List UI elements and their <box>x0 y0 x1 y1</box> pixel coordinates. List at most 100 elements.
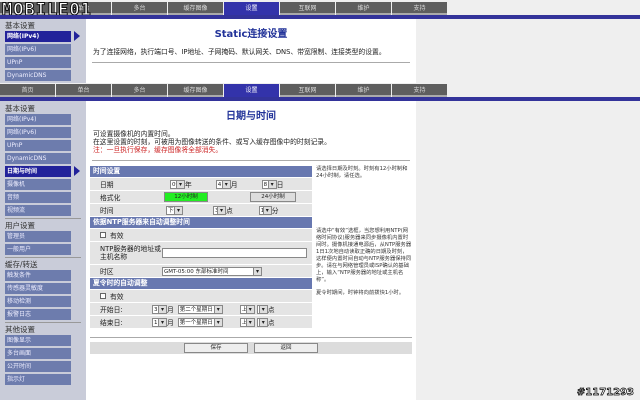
time-label: 时间 <box>100 207 114 215</box>
tab-maintenance[interactable]: 维护 <box>336 2 391 15</box>
day-unit: 日 <box>276 181 284 189</box>
sidebar-item-image-display[interactable]: 图像显示 <box>5 335 71 346</box>
ntp-enable-label: 有效 <box>110 232 124 240</box>
help-time: 请选择日期及时刻。时刻有12小时制和24小时制，请任选。 <box>316 166 408 179</box>
section-time-settings: 时间设置 <box>90 166 312 177</box>
tab-multi[interactable]: 多台 <box>112 84 167 97</box>
settings-form: 时间设置 日期 09年 4月 8日 格式化 12小时制 24小时制 时间 下午 … <box>90 166 312 329</box>
minute-select[interactable]: 17 <box>258 205 272 215</box>
page-description: 为了连接网络，执行端口号、IP地址、子网掩码、默认网关、DNS、带宽限制、连接类… <box>93 48 386 56</box>
page-title: 日期与时间 <box>226 111 276 122</box>
ntp-server-input[interactable] <box>162 248 307 258</box>
year-select[interactable]: 09 <box>170 179 185 189</box>
dst-end-ampm-select[interactable]: 上午 <box>239 317 255 327</box>
warning-note: 注：一旦执行保存，缓存图像将全部消失。 <box>93 146 223 154</box>
save-button[interactable]: 保存 <box>184 343 248 353</box>
dst-end-hour-select[interactable]: 2 <box>256 317 268 327</box>
help-ntp: 请选中“有效”选框，当您想利用NTP(网络时间协议)服务器来同步摄像机内置时间时… <box>316 228 412 283</box>
divider <box>90 337 412 338</box>
dst-enable-checkbox[interactable] <box>100 293 106 299</box>
dst-end-month-select[interactable]: 11 <box>152 317 167 327</box>
divider <box>5 218 81 219</box>
back-button[interactable]: 返回 <box>254 343 318 353</box>
button-bar: 保存 返回 <box>90 342 412 354</box>
sidebar-item-alarm-log[interactable]: 报警日志 <box>5 309 71 320</box>
tab-settings[interactable]: 设置 <box>224 2 279 15</box>
sidebar-item-sensor[interactable]: 传感器灵敏度 <box>5 283 71 294</box>
sidebar-item-ipv4[interactable]: 网络(IPv4) <box>5 114 71 125</box>
12-hour-button[interactable]: 12小时制 <box>164 192 208 202</box>
sidebar-item-motion[interactable]: 移动检测 <box>5 296 71 307</box>
time-row: 时间 下午 3点 17分 <box>90 204 312 216</box>
minute-unit: 分 <box>271 207 279 215</box>
dst-start-hour-select[interactable]: 2 <box>256 304 268 314</box>
sidebar-item-upnp[interactable]: UPnP <box>5 57 71 68</box>
dst-end-label: 结束日: <box>100 319 123 327</box>
sidebar-item-multi-screen[interactable]: 多台画面 <box>5 348 71 359</box>
hour-unit: 点 <box>226 207 233 215</box>
divider <box>92 160 410 161</box>
watermark: #1171293 <box>576 387 635 399</box>
tab-settings[interactable]: 设置 <box>224 84 279 97</box>
24-hour-button[interactable]: 24小时制 <box>250 192 296 202</box>
dst-start-ampm-select[interactable]: 上午 <box>239 304 255 314</box>
sidebar-item-audio[interactable]: 音频 <box>5 192 71 203</box>
year-unit: 年 <box>185 181 192 189</box>
timezone-row: 时区 GMT-05:00 东部标准时间 <box>90 265 312 277</box>
sidebar-item-ipv6[interactable]: 网络(IPv6) <box>5 44 71 55</box>
desc-line-2: 在这里设置的时刻，可被用为图像转送的条件、或写入缓存图像中的时刻记录。 <box>93 138 331 146</box>
ntp-enable-checkbox[interactable] <box>100 232 106 238</box>
help-dst: 夏令时期间，时钟将向前拨快1小时。 <box>316 290 405 296</box>
divider <box>5 257 81 258</box>
sidebar-header-other: 其他设置 <box>5 325 35 334</box>
sidebar-item-upnp[interactable]: UPnP <box>5 140 71 151</box>
page-title: Static连接设置 <box>214 29 288 40</box>
format-row: 格式化 12小时制 24小时制 <box>90 191 312 203</box>
dst-end-week-select[interactable]: 第一个星期日 <box>177 317 223 327</box>
ntp-server-label: NTP服务器的地址或主机名称 <box>100 245 161 261</box>
tab-buffer[interactable]: 缓存图像 <box>168 84 223 97</box>
sidebar-item-camera[interactable]: 摄像机 <box>5 179 71 190</box>
hour-select[interactable]: 3 <box>213 205 226 215</box>
tab-support[interactable]: 支持 <box>392 84 447 97</box>
sidebar-item-public-time[interactable]: 公开时间 <box>5 361 71 372</box>
hour-unit: 点 <box>267 306 275 314</box>
sidebar-item-ipv4[interactable]: 网络(IPv4) <box>5 31 80 42</box>
dst-start-month-select[interactable]: 3 <box>152 304 167 314</box>
tab-support[interactable]: 支持 <box>392 2 447 15</box>
tab-buffer[interactable]: 缓存图像 <box>168 2 223 15</box>
sidebar-item-admin[interactable]: 管理员 <box>5 231 71 242</box>
dst-start-week-select[interactable]: 第二个星期日 <box>177 304 223 314</box>
timezone-select[interactable]: GMT-05:00 东部标准时间 <box>162 266 262 276</box>
tab-maintenance[interactable]: 维护 <box>336 84 391 97</box>
nav-tabs: 首页 单台 多台 缓存图像 设置 互联网 维护 支持 <box>0 84 448 97</box>
tab-internet[interactable]: 互联网 <box>280 2 335 15</box>
tab-internet[interactable]: 互联网 <box>280 84 335 97</box>
month-select[interactable]: 4 <box>215 179 231 189</box>
sidebar-item-ddns[interactable]: DynamicDNS <box>5 153 71 164</box>
month-unit: 月 <box>230 181 238 189</box>
sidebar-item-date-time[interactable]: 日期与时间 <box>5 166 80 177</box>
sidebar-item-indicator[interactable]: 指示灯 <box>5 374 71 385</box>
sidebar-item-general-user[interactable]: 一般用户 <box>5 244 71 255</box>
sidebar-item-trigger[interactable]: 触发条件 <box>5 270 71 281</box>
month-unit: 月 <box>167 319 174 327</box>
divider <box>5 322 81 323</box>
section-ntp: 依据NTP服务器来自动调整时间 <box>90 217 312 228</box>
sidebar-item-ddns[interactable]: DynamicDNS <box>5 70 71 81</box>
tab-home[interactable]: 首页 <box>0 84 55 97</box>
hour-unit: 点 <box>267 319 275 327</box>
timezone-label: 时区 <box>100 268 114 276</box>
date-row: 日期 09年 4月 8日 <box>90 178 312 190</box>
ampm-select[interactable]: 下午 <box>166 205 183 215</box>
dst-end-row: 结束日: 11月 第一个星期日 上午 2点 <box>90 316 312 328</box>
date-label: 日期 <box>100 181 114 189</box>
dst-enable-label: 有效 <box>110 293 124 301</box>
sidebar-item-video-stream[interactable]: 视频流 <box>5 205 71 216</box>
day-select[interactable]: 8 <box>261 179 277 189</box>
tab-single[interactable]: 单台 <box>56 84 111 97</box>
sidebar-item-ipv6[interactable]: 网络(IPv6) <box>5 127 71 138</box>
help-panel: 请选择日期及时刻。时刻有12小时制和24小时制，请任选。 请选中“有效”选框，当… <box>312 166 412 329</box>
dst-enable-row: 有效 <box>90 290 312 302</box>
main-content: Static连接设置 为了连接网络，执行端口号、IP地址、子网掩码、默认网关、D… <box>86 19 416 83</box>
